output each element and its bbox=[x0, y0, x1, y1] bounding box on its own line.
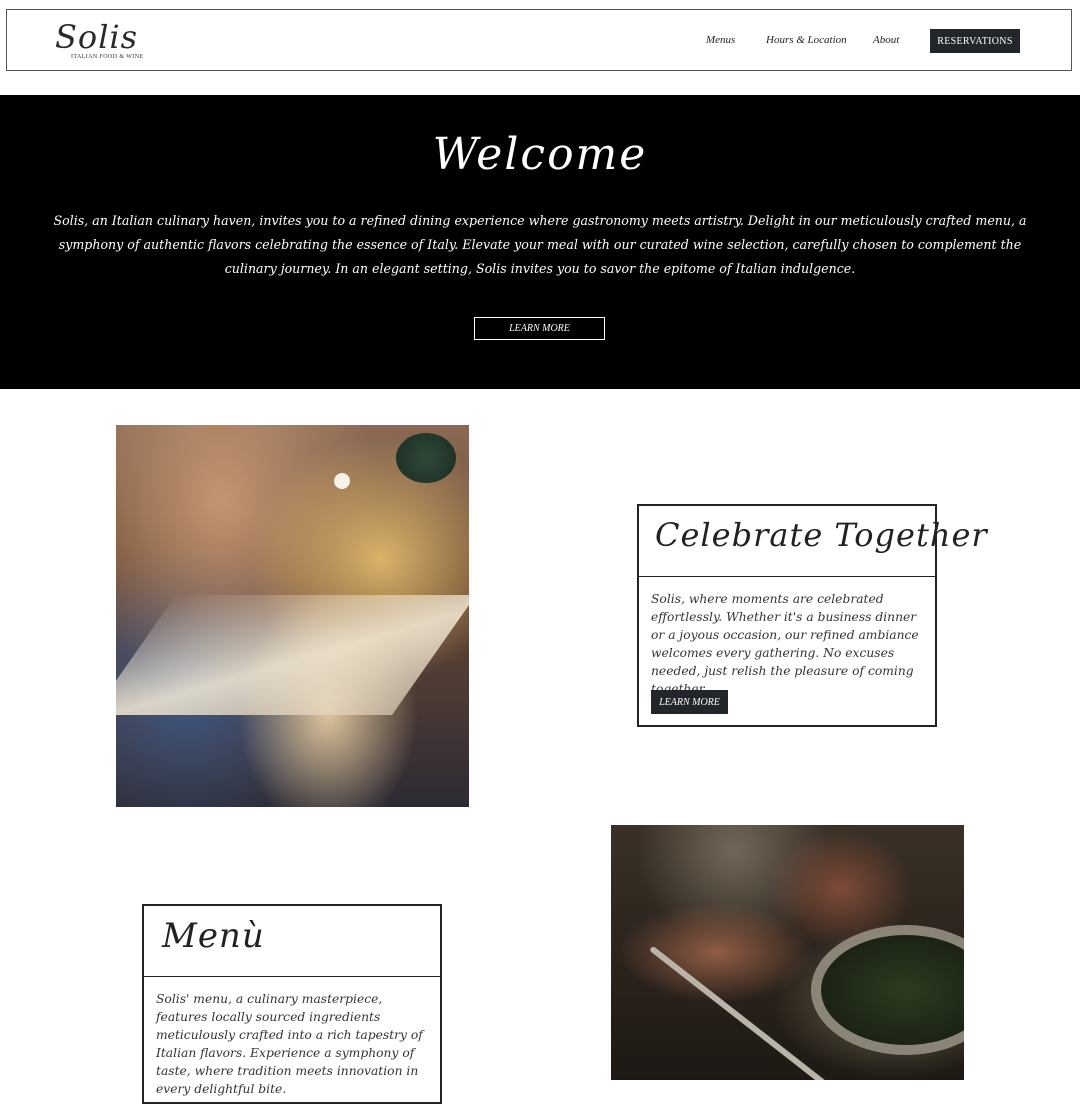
saucepan bbox=[811, 925, 964, 1055]
restaurant-interior-image bbox=[116, 425, 469, 807]
menu-text: Solis' menu, a culinary masterpiece, fea… bbox=[156, 992, 423, 1096]
celebrate-learn-more-button[interactable]: LEARN MORE bbox=[651, 690, 728, 714]
hero-title: Welcome bbox=[432, 129, 648, 180]
nav-hours-location-link[interactable]: Hours & Location bbox=[766, 34, 847, 46]
card-header: Celebrate Together bbox=[639, 506, 987, 577]
logo[interactable]: Solis ITALIAN FOOD & WINE bbox=[55, 16, 165, 66]
logo-script: Solis bbox=[55, 18, 139, 56]
celebrate-text: Solis, where moments are celebrated effo… bbox=[651, 592, 919, 696]
hero-text: Solis, an Italian culinary haven, invite… bbox=[53, 213, 1027, 276]
reservations-button[interactable]: RESERVATIONS bbox=[930, 29, 1020, 53]
dining-table bbox=[116, 595, 469, 715]
hero-section: Welcome Solis, an Italian culinary haven… bbox=[0, 95, 1080, 389]
chef-plating-image bbox=[611, 825, 964, 1080]
site-header: Solis ITALIAN FOOD & WINE Menus Hours & … bbox=[6, 9, 1072, 71]
nav-about-link[interactable]: About bbox=[873, 34, 899, 46]
nav-menus-link[interactable]: Menus bbox=[706, 34, 735, 46]
celebrate-together-card: Celebrate Together Solis, where moments … bbox=[637, 504, 987, 727]
celebrate-title: Celebrate Together bbox=[655, 516, 988, 554]
menu-title: Menù bbox=[162, 916, 265, 956]
menu-card: Menù Solis' menu, a culinary masterpiece… bbox=[142, 904, 442, 1104]
logo-subtitle: ITALIAN FOOD & WINE bbox=[71, 54, 144, 60]
pendant-lamp bbox=[334, 473, 350, 489]
hanging-plant bbox=[396, 433, 456, 483]
spoon bbox=[649, 945, 835, 1080]
hero-learn-more-button[interactable]: LEARN MORE bbox=[474, 317, 605, 340]
card-header: Menù bbox=[144, 906, 440, 977]
